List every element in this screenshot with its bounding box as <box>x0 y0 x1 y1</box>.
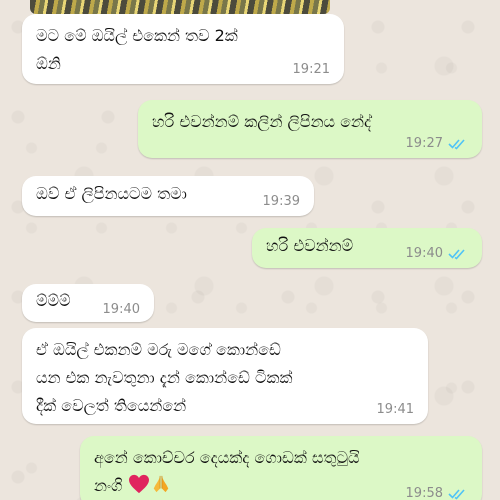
message-text: ඒ ඔයිල් එකනම් මරු මගේ කොන්ඩේ යන එක නැවතු… <box>36 340 293 415</box>
folded-hands-icon <box>153 475 168 493</box>
message-time: 19:27 <box>405 136 443 151</box>
message-time: 19:40 <box>102 302 140 317</box>
message-meta: 19:27 <box>406 136 468 152</box>
message-text: හරි එවන්නම් කලින් ලිපිනය නේද් <box>152 112 372 131</box>
message-meta: 19:40 <box>406 246 468 262</box>
message-bubble-outgoing[interactable]: අනේ කොච්චර දෙයක්ද ගොඩක් සතුටුයි නංගි 19:… <box>80 436 482 500</box>
message-meta: 19:41 <box>377 402 414 418</box>
message-text: ඔව් ඒ ලිපිනයටම තමා <box>36 184 187 203</box>
message-time: 19:41 <box>376 402 414 417</box>
red-heart-icon <box>128 474 149 494</box>
message-time: 19:40 <box>405 246 443 261</box>
message-meta: 19:21 <box>293 62 330 78</box>
message-bubble-outgoing[interactable]: හරි එවන්නම් 19:40 <box>252 228 482 268</box>
double-check-read-icon <box>448 139 465 150</box>
double-check-read-icon <box>448 489 465 500</box>
message-time: 19:21 <box>292 62 330 77</box>
message-meta: 19:40 <box>103 302 140 318</box>
message-time: 19:39 <box>262 194 300 209</box>
message-bubble-incoming[interactable]: ඒ ඔයිල් එකනම් මරු මගේ කොන්ඩේ යන එක නැවතු… <box>22 328 428 424</box>
message-bubble-incoming[interactable]: ඔව් ඒ ලිපිනයටම තමා 19:39 <box>22 176 314 216</box>
message-bubble-incoming[interactable]: ම්ම්ම් 19:40 <box>22 284 154 322</box>
message-bubble-outgoing[interactable]: හරි එවන්නම් කලින් ලිපිනය නේද් 19:27 <box>138 100 482 158</box>
double-check-read-icon <box>448 249 465 260</box>
message-meta: 19:39 <box>263 194 300 210</box>
image-message-thumbnail[interactable] <box>30 0 330 14</box>
message-time: 19:58 <box>405 486 443 500</box>
message-bubble-incoming[interactable]: මට මේ ඔයිල් එකෙන් තව 2ක් ඕනි 19:21 <box>22 14 344 84</box>
message-text: මට මේ ඔයිල් එකෙන් තව 2ක් ඕනි <box>36 26 238 73</box>
emoji-group <box>123 474 172 495</box>
message-meta: 19:58 <box>406 486 468 500</box>
